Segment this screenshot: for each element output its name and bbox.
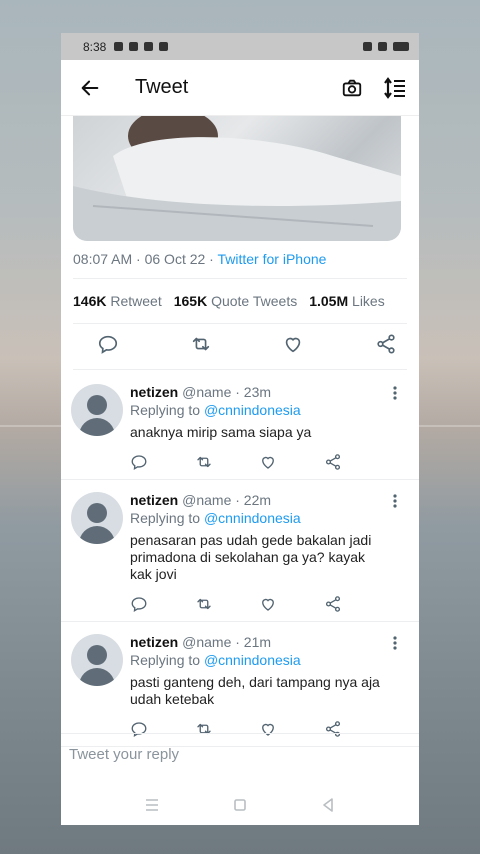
reply-icon[interactable]: [130, 595, 148, 613]
page-title: Tweet: [135, 76, 189, 98]
replying-to-handle[interactable]: @cnnindonesia: [204, 652, 301, 668]
reply-handle-time: @name · 23m: [182, 384, 272, 400]
reply-item[interactable]: netizen @name · 21m Replying to @cnnindo…: [61, 622, 419, 747]
baby-photo: [73, 116, 401, 241]
replying-to: Replying to @cnnindonesia: [130, 402, 301, 418]
reply-header: netizen @name · 22m: [130, 492, 389, 508]
reply-input[interactable]: Tweet your reply: [61, 733, 419, 777]
reply-actions: [130, 453, 342, 479]
app-icon: [129, 42, 139, 51]
telegram-icon: [159, 42, 169, 51]
battery-icon: [393, 42, 409, 51]
reply-handle-time: @name · 22m: [182, 492, 272, 508]
replying-to: Replying to @cnnindonesia: [130, 652, 301, 668]
divider: [73, 369, 407, 370]
status-time: 8:38: [83, 39, 107, 54]
divider: [73, 278, 407, 279]
tweet-source-link[interactable]: Twitter for iPhone: [217, 251, 326, 267]
instagram-icon: [144, 42, 154, 51]
more-options-icon[interactable]: [393, 386, 397, 400]
reply-icon[interactable]: [130, 453, 148, 471]
like-icon[interactable]: [259, 453, 277, 471]
sort-icon[interactable]: [383, 76, 407, 100]
reply-text: penasaran pas udah gede bakalan jadi pri…: [130, 532, 372, 582]
camera-icon[interactable]: [341, 77, 363, 99]
reply-text: pasti ganteng deh, dari tampang nya aja …: [130, 674, 380, 707]
reply-header: netizen @name · 21m: [130, 634, 389, 650]
more-options-icon[interactable]: [393, 636, 397, 650]
quote-tweets-stat[interactable]: 165K Quote Tweets: [174, 293, 298, 309]
retweet-stat[interactable]: 146K Retweet: [73, 293, 162, 309]
reply-author-name[interactable]: netizen: [130, 492, 178, 508]
menu-icon[interactable]: [144, 797, 160, 813]
reply-author-name[interactable]: netizen: [130, 384, 178, 400]
tiktok-icon: [114, 42, 124, 51]
like-icon[interactable]: [282, 333, 304, 355]
retweet-icon[interactable]: [190, 333, 212, 355]
avatar[interactable]: [71, 384, 123, 436]
home-icon[interactable]: [232, 797, 248, 813]
reply-item[interactable]: netizen @name · 22m Replying to @cnnindo…: [61, 480, 419, 622]
likes-stat[interactable]: 1.05M Likes: [309, 293, 385, 309]
replies-list: netizen @name · 23m Replying to @cnnindo…: [61, 372, 419, 747]
more-options-icon[interactable]: [393, 494, 397, 508]
reply-author-name[interactable]: netizen: [130, 634, 178, 650]
reply-handle-time: @name · 21m: [182, 634, 272, 650]
mute-icon: [363, 42, 372, 51]
back-icon[interactable]: [320, 797, 336, 813]
reply-icon[interactable]: [97, 333, 119, 355]
phone-screen: 8:38 Tweet 08:07 AM · 06 Oct 22 · Twitte…: [61, 33, 419, 825]
status-bar: 8:38: [61, 33, 419, 60]
system-navigation-bar: [61, 785, 419, 825]
retweet-icon[interactable]: [195, 595, 213, 613]
back-arrow-icon[interactable]: [79, 77, 101, 99]
reply-actions: [130, 595, 342, 621]
tweet-metadata: 08:07 AM · 06 Oct 22 · Twitter for iPhon…: [73, 251, 326, 267]
notification-icons: [114, 42, 169, 51]
divider: [73, 323, 407, 324]
tweet-timestamp: 08:07 AM · 06 Oct 22 ·: [73, 251, 218, 267]
system-icons: [363, 42, 409, 51]
retweet-icon[interactable]: [195, 453, 213, 471]
share-icon[interactable]: [324, 453, 342, 471]
tweet-stats: 146K Retweet 165K Quote Tweets 1.05M Lik…: [73, 293, 385, 309]
like-icon[interactable]: [259, 595, 277, 613]
avatar[interactable]: [71, 492, 123, 544]
tweet-image[interactable]: [73, 116, 401, 241]
tweet-actions: [97, 333, 397, 355]
replying-to-handle[interactable]: @cnnindonesia: [204, 510, 301, 526]
avatar[interactable]: [71, 634, 123, 686]
reply-item[interactable]: netizen @name · 23m Replying to @cnnindo…: [61, 372, 419, 480]
replying-to: Replying to @cnnindonesia: [130, 510, 301, 526]
share-icon[interactable]: [324, 595, 342, 613]
reply-text: anaknya mirip sama siapa ya: [130, 424, 312, 440]
reply-header: netizen @name · 23m: [130, 384, 389, 400]
replying-to-handle[interactable]: @cnnindonesia: [204, 402, 301, 418]
signal-icon: [378, 42, 387, 51]
app-bar: Tweet: [61, 60, 419, 116]
share-icon[interactable]: [375, 333, 397, 355]
